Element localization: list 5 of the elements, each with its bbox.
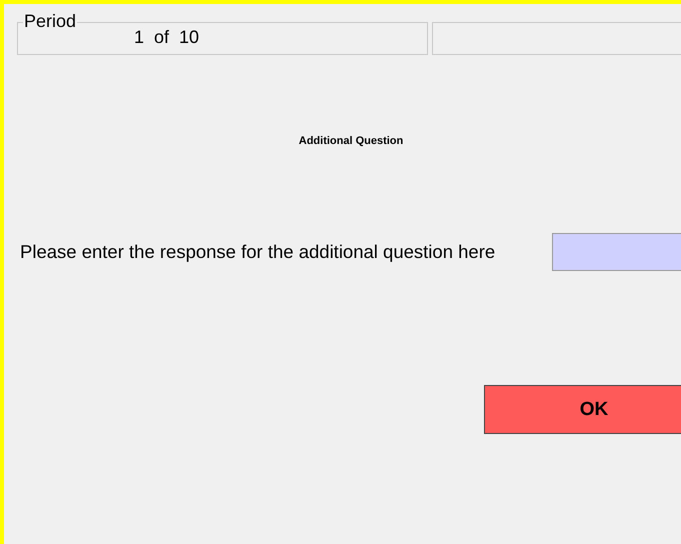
question-title: Additional Question [298,135,404,147]
question-prompt: Please enter the response for the additional question here [20,241,496,263]
period-value: 1 of 10 [134,26,200,49]
ok-button[interactable]: OK [484,385,681,434]
response-field[interactable] [552,233,681,271]
